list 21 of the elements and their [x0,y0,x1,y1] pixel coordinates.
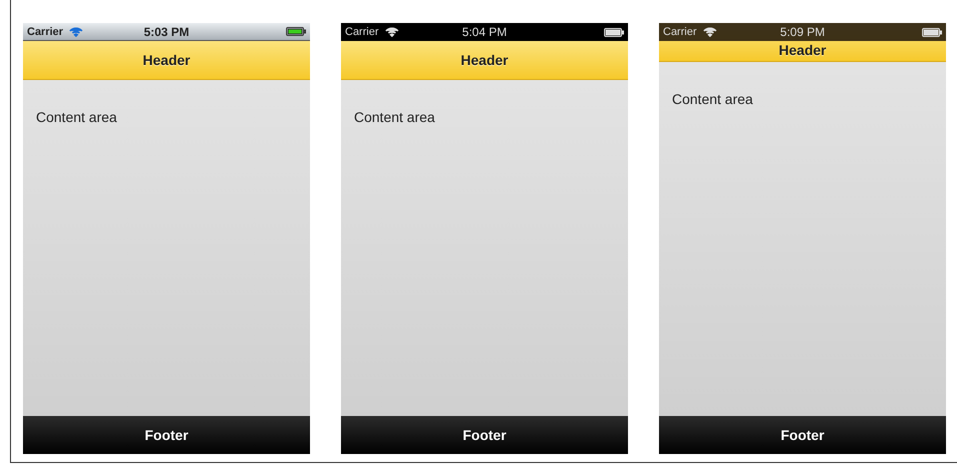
battery-icon [604,28,624,36]
header-title: Header [142,52,190,68]
carrier-label: Carrier [345,26,379,38]
content-text: Content area [36,109,117,125]
footer-title: Footer [780,427,824,443]
clock-time: 5:04 PM [462,25,507,39]
battery-icon [286,27,306,36]
clock-time: 5:09 PM [780,25,825,39]
content-text: Content area [354,109,435,125]
carrier-label: Carrier [663,26,697,38]
wifi-icon [69,26,84,36]
carrier-label: Carrier [27,26,64,38]
footer-title: Footer [462,427,506,443]
footer-title: Footer [144,427,188,443]
clock-time: 5:03 PM [144,24,190,38]
battery-icon [922,28,942,36]
header-title: Header [778,42,826,58]
content-text: Content area [672,91,753,107]
wifi-icon [384,27,399,37]
header-title: Header [460,52,508,68]
wifi-icon [702,27,717,37]
